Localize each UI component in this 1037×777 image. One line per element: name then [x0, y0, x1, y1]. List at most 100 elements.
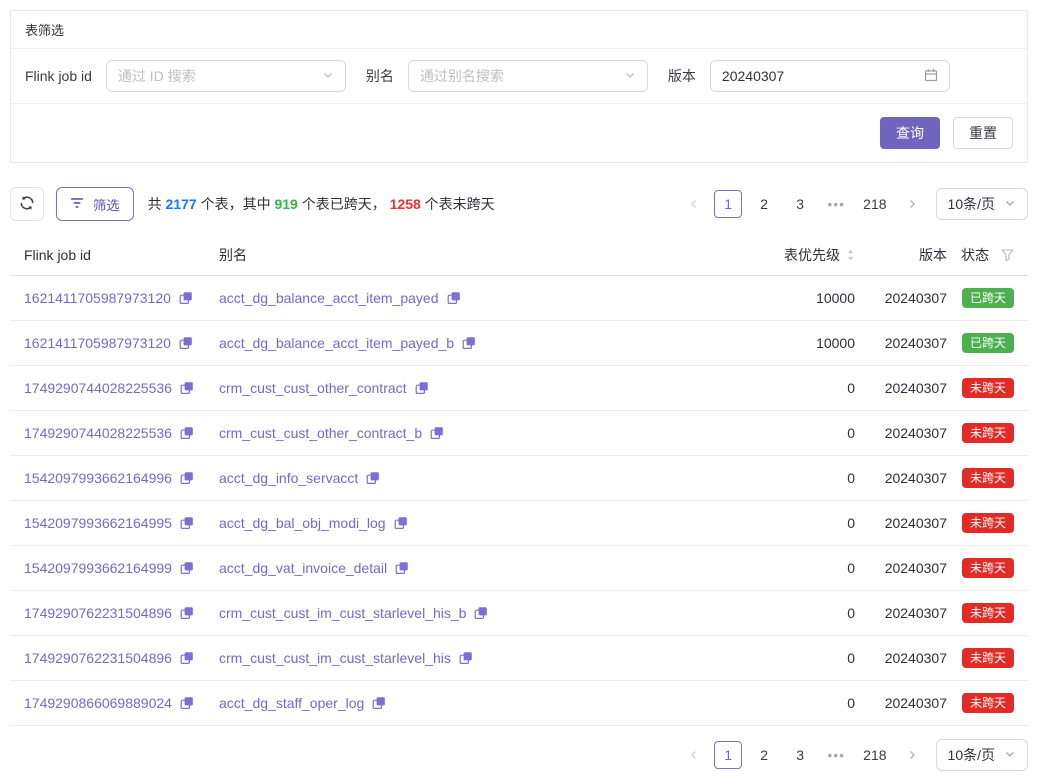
job-id-link[interactable]: 1749290866069889024 [24, 695, 172, 711]
alias-link[interactable]: acct_dg_staff_oper_log [219, 695, 364, 711]
pagination-page-218[interactable]: 218 [858, 741, 891, 769]
priority-value: 0 [709, 515, 855, 531]
chevron-down-icon [1004, 747, 1016, 763]
page-size-select[interactable]: 10条/页 [936, 739, 1028, 771]
alias-link[interactable]: acct_dg_balance_acct_item_payed [219, 290, 439, 306]
alias-link[interactable]: crm_cust_cust_im_cust_starlevel_his_b [219, 605, 466, 621]
job-id-link[interactable]: 1749290744028225536 [24, 380, 172, 396]
summary-text: 共 2177 个表，其中 919 个表已跨天， 1258 个表未跨天 [148, 194, 495, 214]
copy-icon[interactable] [180, 381, 194, 395]
version-value: 20240307 [855, 380, 947, 396]
summary-segment: 1258 [390, 196, 421, 212]
copy-icon[interactable] [366, 471, 380, 485]
copy-icon[interactable] [179, 336, 193, 350]
job-id-link[interactable]: 1749290762231504896 [24, 605, 172, 621]
alias-link[interactable]: acct_dg_bal_obj_modi_log [219, 515, 386, 531]
table-row: 1621411705987973120 acct_dg_balance_acct… [10, 276, 1028, 321]
pagination-next-icon[interactable] [900, 741, 924, 769]
job-id-link[interactable]: 1542097993662164995 [24, 515, 172, 531]
filter-toggle-button[interactable]: 筛选 [56, 187, 134, 221]
pagination-next-icon[interactable] [900, 190, 924, 218]
copy-icon[interactable] [459, 651, 473, 665]
query-button[interactable]: 查询 [880, 117, 940, 149]
version-value: 20240307 [855, 425, 947, 441]
table-row: 1749290762231504896 crm_cust_cust_im_cus… [10, 591, 1028, 636]
version-value: 20240307 [855, 605, 947, 621]
copy-icon[interactable] [180, 516, 194, 530]
pagination-page-1[interactable]: 1 [714, 190, 742, 218]
job-id-link[interactable]: 1749290744028225536 [24, 425, 172, 441]
alias-link[interactable]: acct_dg_vat_invoice_detail [219, 560, 387, 576]
pagination-ellipsis[interactable]: ••• [822, 190, 850, 218]
version-value: 20240307 [855, 650, 947, 666]
alias-link[interactable]: acct_dg_info_servacct [219, 470, 358, 486]
pagination-prev-icon[interactable] [682, 190, 706, 218]
job-id-link[interactable]: 1621411705987973120 [24, 335, 171, 351]
copy-icon[interactable] [180, 471, 194, 485]
pagination-page-3[interactable]: 3 [786, 190, 814, 218]
pagination-ellipsis[interactable]: ••• [822, 741, 850, 769]
status-badge: 未跨天 [962, 423, 1014, 443]
copy-icon[interactable] [179, 291, 193, 305]
table-row: 1621411705987973120 acct_dg_balance_acct… [10, 321, 1028, 366]
job-id-link[interactable]: 1621411705987973120 [24, 290, 171, 306]
summary-segment: 919 [274, 196, 297, 212]
copy-icon[interactable] [180, 561, 194, 575]
copy-icon[interactable] [462, 336, 476, 350]
copy-icon[interactable] [180, 426, 194, 440]
copy-icon[interactable] [372, 696, 386, 710]
pagination-page-2[interactable]: 2 [750, 190, 778, 218]
pagination-prev-icon[interactable] [682, 741, 706, 769]
version-value: 20240307 [855, 515, 947, 531]
copy-icon[interactable] [447, 291, 461, 305]
column-filter-funnel-icon[interactable] [1001, 249, 1014, 261]
pagination-page-2[interactable]: 2 [750, 741, 778, 769]
priority-value: 0 [709, 470, 855, 486]
table-header-row: Flink job id 别名 表优先级 版本 状态 [10, 235, 1028, 276]
header-status: 状态 [947, 245, 1014, 265]
table-row: 1542097993662164999 acct_dg_vat_invoice_… [10, 546, 1028, 591]
pagination-page-218[interactable]: 218 [858, 190, 891, 218]
copy-icon[interactable] [180, 651, 194, 665]
job-id-link[interactable]: 1749290762231504896 [24, 650, 172, 666]
header-priority[interactable]: 表优先级 [709, 245, 855, 265]
pagination-pages: 123 ••• 218 [714, 741, 891, 769]
alias-link[interactable]: crm_cust_cust_other_contract [219, 380, 407, 396]
copy-icon[interactable] [180, 696, 194, 710]
header-version: 版本 [855, 245, 947, 265]
version-value: 20240307 [855, 290, 947, 306]
copy-icon[interactable] [415, 381, 429, 395]
pagination-page-3[interactable]: 3 [786, 741, 814, 769]
copy-icon[interactable] [394, 516, 408, 530]
reset-button[interactable]: 重置 [953, 117, 1013, 149]
alias-link[interactable]: crm_cust_cust_im_cust_starlevel_his [219, 650, 451, 666]
flink-job-id-select[interactable]: 通过 ID 搜索 [106, 60, 346, 92]
header-priority-label: 表优先级 [784, 245, 840, 265]
bottom-pagination-row: 123 ••• 218 10条/页 [10, 739, 1028, 771]
sort-carets-icon[interactable] [846, 248, 855, 262]
chevron-down-icon [322, 68, 334, 84]
page-size-select[interactable]: 10条/页 [936, 188, 1028, 220]
table-row: 1749290744028225536 crm_cust_cust_other_… [10, 366, 1028, 411]
filter-actions-row: 查询 重置 [11, 104, 1027, 162]
priority-value: 10000 [709, 335, 855, 351]
job-id-link[interactable]: 1542097993662164999 [24, 560, 172, 576]
table-row: 1542097993662164996 acct_dg_info_servacc… [10, 456, 1028, 501]
results-table: Flink job id 别名 表优先级 版本 状态 1621411705987… [10, 235, 1028, 726]
filter-card-title: 表筛选 [11, 11, 1027, 49]
copy-icon[interactable] [474, 606, 488, 620]
job-id-link[interactable]: 1542097993662164996 [24, 470, 172, 486]
copy-icon[interactable] [180, 606, 194, 620]
alias-select[interactable]: 通过别名搜索 [408, 60, 648, 92]
header-flink-job-id: Flink job id [24, 247, 219, 263]
copy-icon[interactable] [430, 426, 444, 440]
alias-link[interactable]: crm_cust_cust_other_contract_b [219, 425, 422, 441]
status-badge: 已跨天 [962, 288, 1014, 308]
copy-icon[interactable] [395, 561, 409, 575]
pagination-page-1[interactable]: 1 [714, 741, 742, 769]
alias-link[interactable]: acct_dg_balance_acct_item_payed_b [219, 335, 454, 351]
version-value: 20240307 [855, 695, 947, 711]
version-date-input[interactable]: 20240307 [710, 60, 950, 92]
table-row: 1749290866069889024 acct_dg_staff_oper_l… [10, 681, 1028, 726]
refresh-button[interactable] [10, 187, 44, 221]
